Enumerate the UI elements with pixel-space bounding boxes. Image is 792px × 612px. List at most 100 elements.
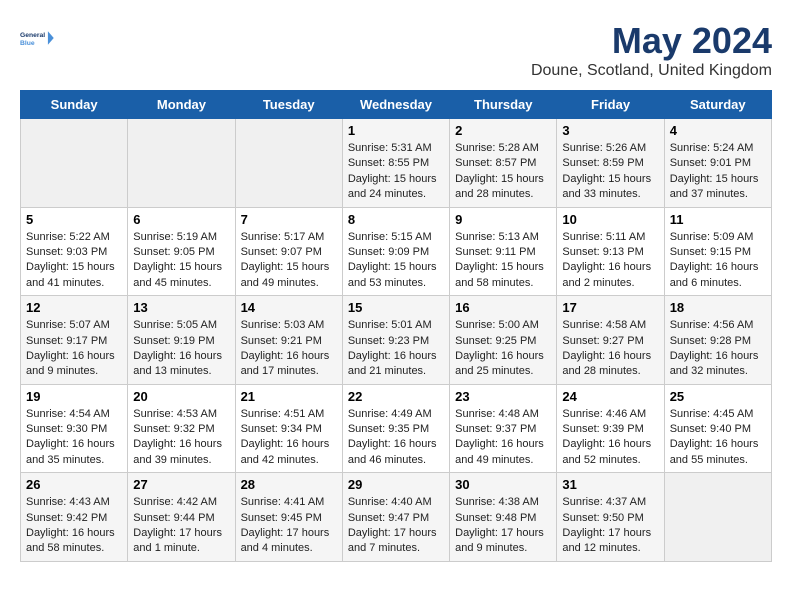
day-info: Sunrise: 4:49 AM Sunset: 9:35 PM Dayligh… [348, 407, 444, 469]
calendar-cell: 16Sunrise: 5:00 AM Sunset: 9:25 PM Dayli… [450, 296, 557, 385]
calendar-week-row: 5Sunrise: 5:22 AM Sunset: 9:03 PM Daylig… [21, 207, 772, 296]
day-of-week-header: Sunday [21, 91, 128, 119]
day-info: Sunrise: 4:41 AM Sunset: 9:45 PM Dayligh… [241, 495, 337, 557]
day-info: Sunrise: 4:45 AM Sunset: 9:40 PM Dayligh… [670, 407, 766, 469]
day-info: Sunrise: 5:19 AM Sunset: 9:05 PM Dayligh… [133, 230, 229, 292]
calendar-cell [21, 119, 128, 208]
calendar-cell [128, 119, 235, 208]
calendar-cell: 31 Sunrise: 4:37 AM Sunset: 9:50 PM Dayli… [557, 473, 664, 562]
day-number: 9 [455, 212, 551, 227]
day-number: 18 [670, 300, 766, 315]
day-number: 11 [670, 212, 766, 227]
day-info: Sunrise: 5:05 AM Sunset: 9:19 PM Dayligh… [133, 318, 229, 380]
day-info: Sunrise: 5:28 AM Sunset: 8:57 PM Dayligh… [455, 141, 551, 203]
day-number: 17 [562, 300, 658, 315]
day-info: Sunrise: 5:15 AM Sunset: 9:09 PM Dayligh… [348, 230, 444, 292]
calendar-cell: 24Sunrise: 4:46 AM Sunset: 9:39 PM Dayli… [557, 384, 664, 473]
day-of-week-header: Monday [128, 91, 235, 119]
day-of-week-header: Thursday [450, 91, 557, 119]
day-info: Sunrise: 4:58 AM Sunset: 9:27 PM Dayligh… [562, 318, 658, 380]
day-number: 23 [455, 389, 551, 404]
day-info: Sunrise: 5:17 AM Sunset: 9:07 PM Dayligh… [241, 230, 337, 292]
day-info: Sunrise: 4:53 AM Sunset: 9:32 PM Dayligh… [133, 407, 229, 469]
day-number: 14 [241, 300, 337, 315]
day-info: Sunrise: 4:42 AM Sunset: 9:44 PM Dayligh… [133, 495, 229, 557]
calendar-cell: 11 Sunrise: 5:09 AM Sunset: 9:15 PM Dayli… [664, 207, 771, 296]
day-number: 8 [348, 212, 444, 227]
logo-icon: GeneralBlue [20, 20, 56, 56]
day-number: 28 [241, 477, 337, 492]
calendar-cell: 23 Sunrise: 4:48 AM Sunset: 9:37 PM Dayli… [450, 384, 557, 473]
day-info: Sunrise: 5:31 AM Sunset: 8:55 PM Dayligh… [348, 141, 444, 203]
calendar-week-row: 19 Sunrise: 4:54 AM Sunset: 9:30 PM Dayli… [21, 384, 772, 473]
day-number: 7 [241, 212, 337, 227]
day-number: 15 [348, 300, 444, 315]
day-of-week-header: Tuesday [235, 91, 342, 119]
calendar-cell: 28 Sunrise: 4:41 AM Sunset: 9:45 PM Dayli… [235, 473, 342, 562]
calendar-cell: 22 Sunrise: 4:49 AM Sunset: 9:35 PM Dayli… [342, 384, 449, 473]
day-info: Sunrise: 4:37 AM Sunset: 9:50 PM Dayligh… [562, 495, 658, 557]
page-header: GeneralBlue May 2024 Doune, Scotland, Un… [20, 20, 772, 80]
calendar-week-row: 26Sunrise: 4:43 AM Sunset: 9:42 PM Dayli… [21, 473, 772, 562]
day-number: 16 [455, 300, 551, 315]
calendar-cell: 14 Sunrise: 5:03 AM Sunset: 9:21 PM Dayli… [235, 296, 342, 385]
day-number: 25 [670, 389, 766, 404]
day-info: Sunrise: 4:56 AM Sunset: 9:28 PM Dayligh… [670, 318, 766, 380]
day-number: 24 [562, 389, 658, 404]
day-info: Sunrise: 4:48 AM Sunset: 9:37 PM Dayligh… [455, 407, 551, 469]
day-info: Sunrise: 5:03 AM Sunset: 9:21 PM Dayligh… [241, 318, 337, 380]
calendar-cell: 10 Sunrise: 5:11 AM Sunset: 9:13 PM Dayli… [557, 207, 664, 296]
day-number: 1 [348, 123, 444, 138]
day-number: 20 [133, 389, 229, 404]
day-info: Sunrise: 5:07 AM Sunset: 9:17 PM Dayligh… [26, 318, 122, 380]
calendar-cell: 18 Sunrise: 4:56 AM Sunset: 9:28 PM Dayli… [664, 296, 771, 385]
day-number: 29 [348, 477, 444, 492]
calendar-cell: 9 Sunrise: 5:13 AM Sunset: 9:11 PM Daylig… [450, 207, 557, 296]
day-info: Sunrise: 4:54 AM Sunset: 9:30 PM Dayligh… [26, 407, 122, 469]
day-info: Sunrise: 5:11 AM Sunset: 9:13 PM Dayligh… [562, 230, 658, 292]
calendar-week-row: 1 Sunrise: 5:31 AM Sunset: 8:55 PM Daylig… [21, 119, 772, 208]
day-number: 30 [455, 477, 551, 492]
day-info: Sunrise: 5:01 AM Sunset: 9:23 PM Dayligh… [348, 318, 444, 380]
day-number: 31 [562, 477, 658, 492]
calendar-cell: 29 Sunrise: 4:40 AM Sunset: 9:47 PM Dayli… [342, 473, 449, 562]
day-info: Sunrise: 4:40 AM Sunset: 9:47 PM Dayligh… [348, 495, 444, 557]
day-number: 6 [133, 212, 229, 227]
day-info: Sunrise: 5:26 AM Sunset: 8:59 PM Dayligh… [562, 141, 658, 203]
day-info: Sunrise: 5:24 AM Sunset: 9:01 PM Dayligh… [670, 141, 766, 203]
calendar-table: SundayMondayTuesdayWednesdayThursdayFrid… [20, 90, 772, 562]
calendar-cell: 19 Sunrise: 4:54 AM Sunset: 9:30 PM Dayli… [21, 384, 128, 473]
day-number: 4 [670, 123, 766, 138]
calendar-cell: 6 Sunrise: 5:19 AM Sunset: 9:05 PM Daylig… [128, 207, 235, 296]
calendar-cell: 21Sunrise: 4:51 AM Sunset: 9:34 PM Dayli… [235, 384, 342, 473]
day-number: 22 [348, 389, 444, 404]
svg-text:Blue: Blue [20, 40, 35, 47]
day-number: 2 [455, 123, 551, 138]
day-info: Sunrise: 4:51 AM Sunset: 9:34 PM Dayligh… [241, 407, 337, 469]
calendar-week-row: 12 Sunrise: 5:07 AM Sunset: 9:17 PM Dayli… [21, 296, 772, 385]
calendar-cell: 25 Sunrise: 4:45 AM Sunset: 9:40 PM Dayli… [664, 384, 771, 473]
calendar-cell: 2 Sunrise: 5:28 AM Sunset: 8:57 PM Daylig… [450, 119, 557, 208]
day-number: 27 [133, 477, 229, 492]
day-of-week-header: Wednesday [342, 91, 449, 119]
day-number: 3 [562, 123, 658, 138]
day-number: 12 [26, 300, 122, 315]
calendar-cell: 27 Sunrise: 4:42 AM Sunset: 9:44 PM Dayli… [128, 473, 235, 562]
day-info: Sunrise: 4:43 AM Sunset: 9:42 PM Dayligh… [26, 495, 122, 557]
calendar-cell: 17 Sunrise: 4:58 AM Sunset: 9:27 PM Dayli… [557, 296, 664, 385]
calendar-cell: 8 Sunrise: 5:15 AM Sunset: 9:09 PM Daylig… [342, 207, 449, 296]
calendar-cell: 26Sunrise: 4:43 AM Sunset: 9:42 PM Dayli… [21, 473, 128, 562]
day-info: Sunrise: 5:09 AM Sunset: 9:15 PM Dayligh… [670, 230, 766, 292]
day-number: 13 [133, 300, 229, 315]
day-number: 10 [562, 212, 658, 227]
calendar-cell [664, 473, 771, 562]
calendar-cell: 5Sunrise: 5:22 AM Sunset: 9:03 PM Daylig… [21, 207, 128, 296]
day-info: Sunrise: 5:22 AM Sunset: 9:03 PM Dayligh… [26, 230, 122, 292]
day-info: Sunrise: 5:13 AM Sunset: 9:11 PM Dayligh… [455, 230, 551, 292]
location: Doune, Scotland, United Kingdom [531, 62, 772, 80]
calendar-cell [235, 119, 342, 208]
day-of-week-header: Friday [557, 91, 664, 119]
calendar-cell: 3 Sunrise: 5:26 AM Sunset: 8:59 PM Daylig… [557, 119, 664, 208]
calendar-cell: 13 Sunrise: 5:05 AM Sunset: 9:19 PM Dayli… [128, 296, 235, 385]
day-number: 19 [26, 389, 122, 404]
